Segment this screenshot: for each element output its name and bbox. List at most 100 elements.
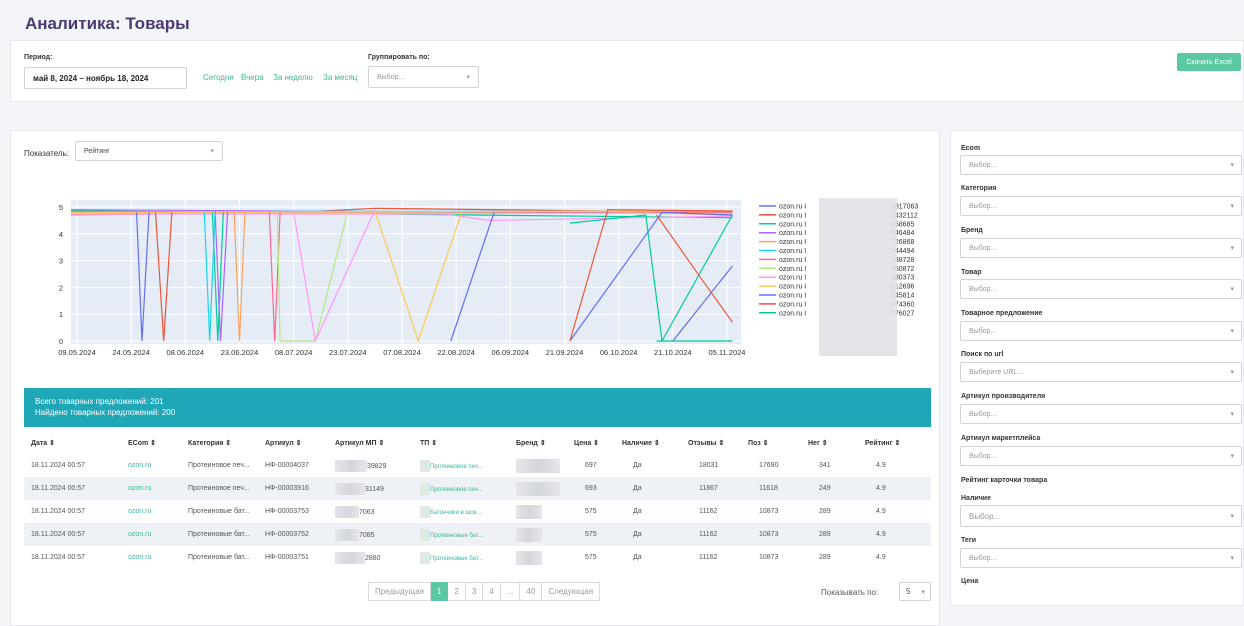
tags-select[interactable]: Выбор... ▾: [960, 548, 1242, 568]
tp-link[interactable]: Протеиновое печ...: [430, 486, 483, 492]
tp-link[interactable]: Протеиновые бат...: [430, 532, 483, 538]
mp-article-select[interactable]: Выбор... ▾: [960, 446, 1242, 466]
legend-label[interactable]: ozon.ru I: [779, 248, 806, 255]
cell-reviews: 11867: [681, 477, 741, 500]
ecom-select[interactable]: Выбор... ▾: [960, 155, 1242, 175]
col-stock[interactable]: Наличие ⇕: [615, 432, 681, 454]
legend-label[interactable]: ozon.ru I: [779, 239, 806, 246]
url-search-select[interactable]: Выберите URL... ▾: [960, 362, 1242, 382]
cell-tp[interactable]: Протеиновое печ...: [413, 477, 509, 500]
brand-placeholder: Выбор...: [969, 244, 997, 252]
cell-neg: 289: [819, 508, 831, 515]
tp-link[interactable]: Батончики в шок...: [430, 509, 481, 515]
col-category[interactable]: Категория ⇕: [181, 432, 258, 454]
maker-article-select[interactable]: Выбор... ▾: [960, 404, 1242, 424]
pagination-page-2[interactable]: 2: [448, 582, 466, 601]
main-panel: Показатель: Рейтинг ▾ 012345 09.05.2024 2…: [10, 130, 940, 626]
legend-label[interactable]: ozon.ru I: [779, 275, 806, 282]
legend-label[interactable]: ozon.ru I: [779, 310, 806, 317]
pagination-page-1[interactable]: 1: [430, 582, 449, 601]
blurred-prefix: [420, 459, 430, 472]
legend-label[interactable]: ozon.ru I: [779, 204, 806, 211]
col-tp[interactable]: ТП ⇕: [413, 432, 509, 454]
cell-tp[interactable]: Протеиновые бат...: [413, 546, 509, 569]
cell-pos: 10873: [759, 508, 779, 515]
tp-link[interactable]: Протеиновые бат...: [430, 555, 483, 561]
col-reviews[interactable]: Отзывы ⇕: [681, 432, 741, 454]
table-row[interactable]: 18.11.2024 00:57 ozon.ru Протеиновые бат..…: [24, 523, 931, 546]
cell-tp[interactable]: Протеиновое печ...: [413, 454, 509, 477]
blurred-prefix: [335, 551, 365, 564]
table-row[interactable]: 18.11.2024 00:57 ozon.ru Протеиновые бат..…: [24, 546, 931, 569]
offer-select[interactable]: Выбор... ▾: [960, 321, 1242, 341]
category-select[interactable]: Выбор... ▾: [960, 196, 1242, 216]
metric-value: Рейтинг: [84, 147, 110, 155]
mp-article-placeholder: Выбор...: [969, 452, 997, 460]
quick-link-today[interactable]: Сегодня: [203, 73, 234, 82]
quick-link-yesterday[interactable]: Вчера: [241, 73, 264, 82]
legend-label[interactable]: ozon.ru I: [779, 257, 806, 264]
pagination-page-4[interactable]: 4: [483, 582, 501, 601]
table-row[interactable]: 18.11.2024 00:57 ozon.ru Протеиновое печ..…: [24, 477, 931, 500]
y-tick-label: 2: [59, 283, 63, 292]
pagination-page-40[interactable]: 40: [520, 582, 543, 601]
cell-ecom[interactable]: ozon.ru: [121, 477, 181, 500]
tp-link[interactable]: Протеиновое печ...: [430, 463, 483, 469]
table-row[interactable]: 18.11.2024 00:57 ozon.ru Протеиновое печ..…: [24, 454, 931, 477]
cell-ecom[interactable]: ozon.ru: [121, 500, 181, 523]
col-article[interactable]: Артикул ⇕: [258, 432, 328, 454]
download-excel-button[interactable]: Скачать Excel: [1177, 53, 1241, 71]
legend-label[interactable]: ozon.ru I: [779, 266, 806, 273]
table-row[interactable]: 18.11.2024 00:57 ozon.ru Протеиновые бат..…: [24, 500, 931, 523]
group-by-select[interactable]: Выбор... ▾: [368, 66, 479, 88]
pagination-page-3[interactable]: 3: [465, 582, 484, 601]
stock-placeholder: Выбор...: [969, 511, 1001, 521]
cell-ecom[interactable]: ozon.ru: [121, 454, 181, 477]
cell-ecom[interactable]: ozon.ru: [121, 546, 181, 569]
x-tick-label: 23.06.2024: [221, 348, 259, 357]
article-mp-text: 2880: [365, 554, 381, 562]
col-date[interactable]: Дата ⇕: [24, 432, 121, 454]
col-price[interactable]: Цена ⇕: [567, 432, 615, 454]
cell-tp[interactable]: Батончики в шок...: [413, 500, 509, 523]
legend-label[interactable]: ozon.ru I: [779, 230, 806, 237]
cell-neg: 249: [801, 477, 858, 500]
pagination-prev[interactable]: Предыдущая: [368, 582, 431, 601]
period-date-input[interactable]: май 8, 2024 – ноябрь 18, 2024: [24, 67, 187, 89]
metric-select[interactable]: Рейтинг ▾: [75, 141, 223, 161]
pagination-next[interactable]: Следующая: [542, 582, 601, 601]
per-page-value: 5: [906, 587, 911, 596]
chevron-down-icon: ▾: [1230, 369, 1234, 376]
article-mp-text: 7063: [359, 508, 375, 516]
cell-reviews: 11162: [699, 554, 718, 561]
x-tick-label: 23.07.2024: [329, 348, 367, 357]
chevron-down-icon: ▾: [1230, 411, 1234, 418]
col-ecom[interactable]: ECom ⇕: [121, 432, 181, 454]
col-article-mp[interactable]: Артикул МП ⇕: [328, 432, 413, 454]
col-pos[interactable]: Поз ⇕: [741, 432, 801, 454]
brand-select[interactable]: Выбор... ▾: [960, 238, 1242, 258]
product-select[interactable]: Выбор... ▾: [960, 279, 1242, 299]
legend-label[interactable]: ozon.ru I: [779, 221, 806, 228]
total-offers-text: Всего товарных предложений: 201: [35, 397, 164, 406]
col-brand[interactable]: Бренд ⇕: [509, 432, 567, 454]
cell-article-mp: 2880: [328, 546, 413, 569]
stock-select[interactable]: Выбор... ▾: [960, 505, 1242, 527]
legend-label[interactable]: ozon.ru I: [779, 293, 806, 300]
col-neg[interactable]: Нег ⇕: [801, 432, 858, 454]
quick-link-week[interactable]: За неделю: [273, 73, 313, 82]
legend-label[interactable]: ozon.ru I: [779, 284, 806, 291]
quick-link-month[interactable]: За месяц: [323, 73, 357, 82]
col-rating[interactable]: Рейтинг ⇕: [858, 432, 931, 454]
cell-tp[interactable]: Протеиновые бат...: [413, 523, 509, 546]
maker-article-placeholder: Выбор...: [969, 410, 997, 418]
group-by-label: Группировать по:: [368, 54, 430, 61]
cell-price: 575: [585, 508, 597, 515]
cell-article: НФ-00003751: [265, 554, 309, 561]
legend-label[interactable]: ozon.ru I: [779, 212, 806, 219]
legend-label[interactable]: ozon.ru I: [779, 301, 806, 308]
filter-sidebar: Ecom Выбор... ▾ Категория Выбор... ▾ Бренд…: [950, 130, 1244, 606]
cell-brand: [509, 454, 567, 477]
cell-ecom[interactable]: ozon.ru: [121, 523, 181, 546]
per-page-select[interactable]: 5 ▾: [899, 582, 931, 601]
